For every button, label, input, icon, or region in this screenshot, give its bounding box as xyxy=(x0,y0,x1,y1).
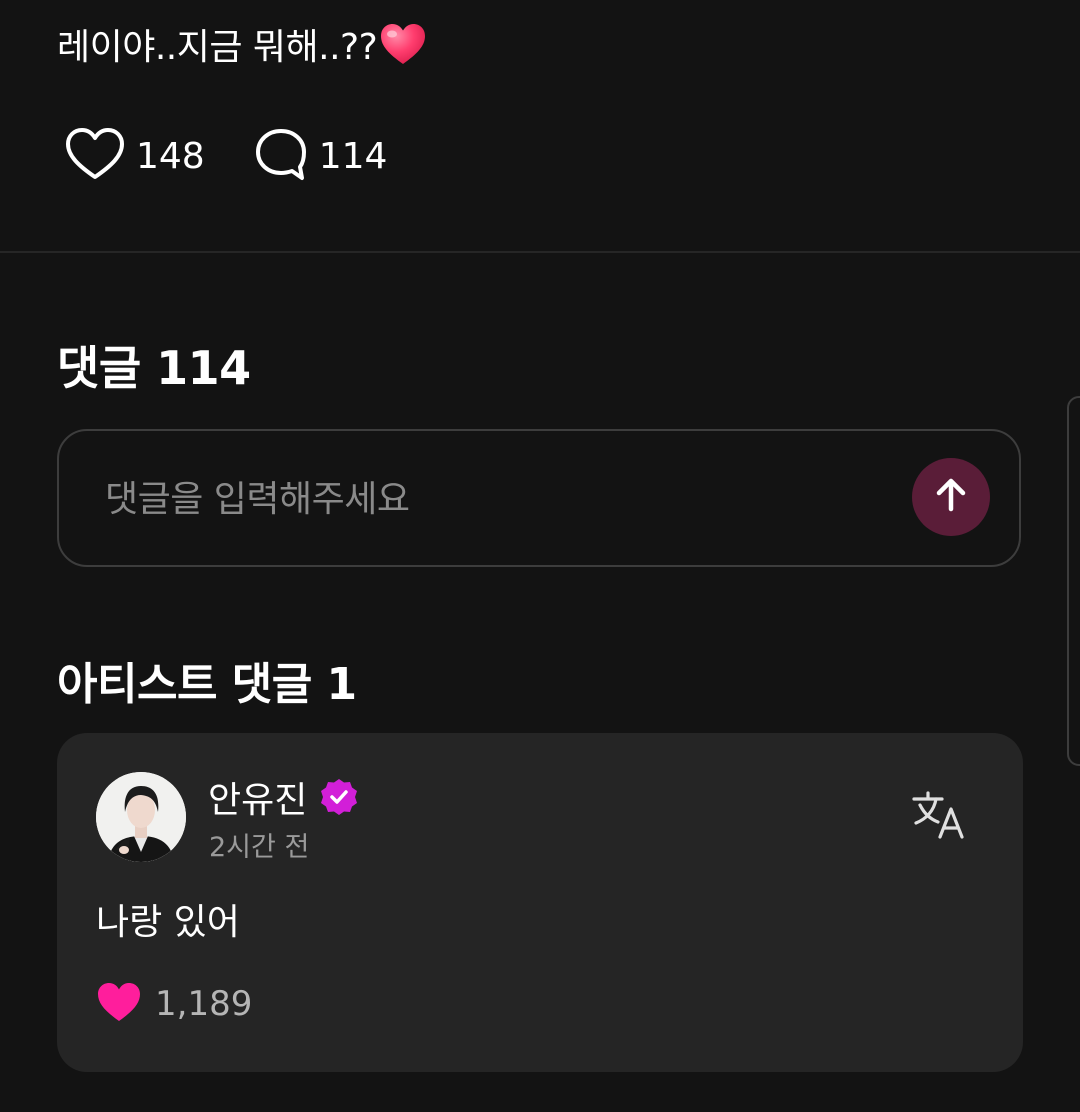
red-heart-emoji-icon xyxy=(379,22,427,66)
comment-input[interactable] xyxy=(105,467,885,531)
comment-like-count: 1,189 xyxy=(155,984,253,1024)
comment-timestamp: 2시간 전 xyxy=(209,832,310,863)
comment-count: 114 xyxy=(318,135,388,177)
scrollbar[interactable] xyxy=(1067,396,1080,766)
author-name: 안유진 xyxy=(208,780,308,821)
like-button[interactable]: 148 xyxy=(64,126,205,186)
post-text: 레이야..지금 뭐해..?? xyxy=(57,16,427,72)
section-divider xyxy=(0,251,1080,253)
send-comment-button[interactable] xyxy=(912,458,990,536)
comment-author[interactable]: 안유진 xyxy=(208,773,359,821)
comments-title: 댓글 114 xyxy=(57,341,251,395)
post-text-content: 레이야..지금 뭐해..?? xyxy=(57,27,378,68)
comment-input-box xyxy=(57,429,1021,567)
heart-outline-icon xyxy=(64,126,126,186)
comment-like-button[interactable]: 1,189 xyxy=(95,979,252,1029)
speech-bubble-icon xyxy=(253,126,309,186)
translate-icon xyxy=(912,789,968,845)
heart-filled-icon xyxy=(95,980,143,1028)
arrow-up-icon xyxy=(933,475,969,519)
comment-body: 나랑 있어 xyxy=(96,902,240,943)
comment-button[interactable]: 114 xyxy=(253,126,388,186)
translate-button[interactable] xyxy=(910,789,970,845)
artist-comment-card: 안유진 2시간 전 나랑 있어 1,189 xyxy=(57,733,1023,1072)
verified-badge-icon xyxy=(319,777,359,817)
post-action-bar: 148 114 xyxy=(64,128,387,184)
like-count: 148 xyxy=(136,135,205,177)
avatar[interactable] xyxy=(96,772,186,862)
artist-comments-title: 아티스트 댓글 1 xyxy=(57,659,357,710)
